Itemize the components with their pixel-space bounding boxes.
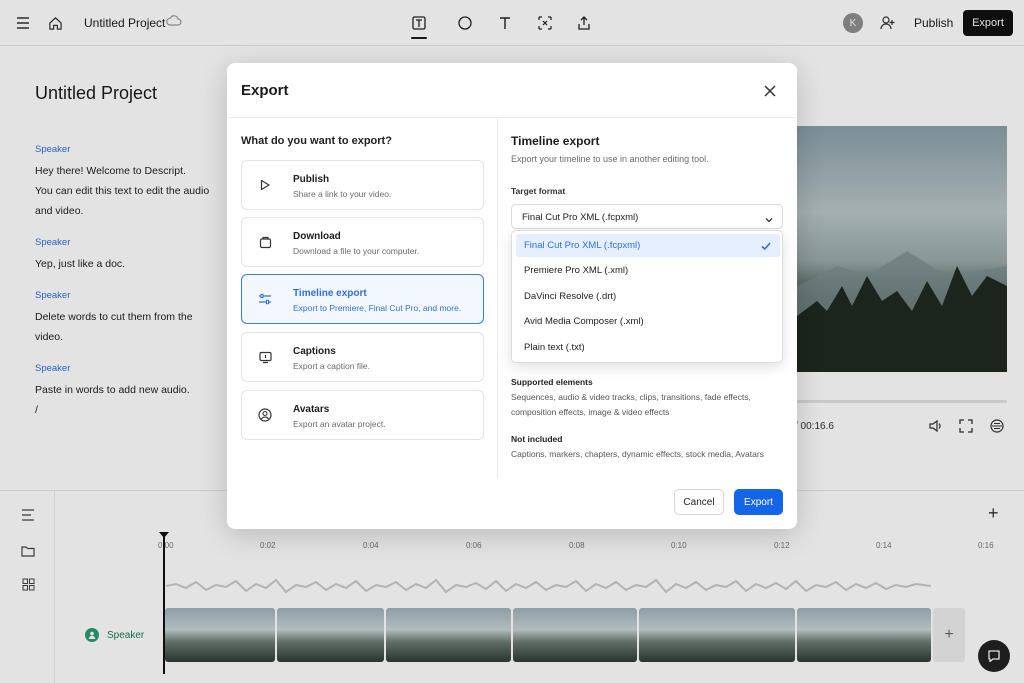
option-title: Captions: [293, 346, 336, 357]
target-format-select[interactable]: Final Cut Pro XML (.fcpxml): [511, 204, 783, 229]
export-dialog: Export What do you want to export? Publi…: [227, 63, 797, 529]
format-option-label: DaVinci Resolve (.drt): [524, 291, 617, 302]
export-option-avatars[interactable]: Avatars Export an avatar project.: [241, 390, 484, 440]
option-description: Export a caption file.: [293, 361, 371, 371]
captions-icon: [256, 348, 274, 366]
check-icon: [760, 239, 772, 257]
close-icon[interactable]: [760, 81, 780, 101]
supported-elements-text: Sequences, audio & video tracks, clips, …: [511, 392, 751, 417]
format-option-plaintext[interactable]: Plain text (.txt): [516, 336, 780, 359]
timeline-export-title: Timeline export: [511, 134, 600, 148]
export-option-timeline[interactable]: Timeline export Export to Premiere, Fina…: [241, 274, 484, 324]
dialog-divider: [227, 117, 797, 118]
option-title: Timeline export: [293, 288, 367, 299]
option-description: Download a file to your computer.: [293, 246, 420, 256]
format-option-label: Final Cut Pro XML (.fcpxml): [524, 240, 641, 251]
cancel-button[interactable]: Cancel: [674, 489, 724, 515]
option-title: Publish: [293, 174, 330, 185]
column-divider: [497, 118, 498, 478]
option-title: Avatars: [293, 404, 330, 415]
target-format-label: Target format: [511, 186, 566, 196]
format-option-premiere[interactable]: Premiere Pro XML (.xml): [516, 259, 780, 282]
export-button[interactable]: Export: [734, 489, 783, 515]
format-dropdown-menu: Final Cut Pro XML (.fcpxml) Premiere Pro…: [511, 230, 783, 363]
export-option-captions[interactable]: Captions Export a caption file.: [241, 332, 484, 382]
play-icon: [256, 176, 274, 194]
timeline-export-subtitle: Export your timeline to use in another e…: [511, 154, 709, 164]
option-description: Export to Premiere, Final Cut Pro, and m…: [293, 303, 462, 313]
not-included-label: Not included: [511, 434, 563, 444]
export-option-publish[interactable]: Publish Share a link to your video.: [241, 160, 484, 210]
option-description: Export an avatar project.: [293, 419, 386, 429]
format-option-fcpxml[interactable]: Final Cut Pro XML (.fcpxml): [516, 234, 780, 257]
format-option-davinci[interactable]: DaVinci Resolve (.drt): [516, 285, 780, 308]
dialog-title: Export: [241, 82, 289, 99]
option-title: Download: [293, 231, 341, 242]
export-type-heading: What do you want to export?: [241, 135, 392, 147]
avatar-user-icon: [256, 406, 274, 424]
supported-elements-label: Supported elements: [511, 377, 593, 387]
not-included-text: Captions, markers, chapters, dynamic eff…: [511, 449, 764, 459]
timeline-sliders-icon: [256, 290, 274, 308]
download-box-icon: [256, 233, 274, 251]
target-format-value: Final Cut Pro XML (.fcpxml): [522, 212, 639, 223]
format-option-label: Plain text (.txt): [524, 342, 585, 353]
chevron-down-icon: [764, 212, 774, 230]
format-option-avid[interactable]: Avid Media Composer (.xml): [516, 310, 780, 333]
format-option-label: Avid Media Composer (.xml): [524, 316, 644, 327]
format-option-label: Premiere Pro XML (.xml): [524, 265, 629, 276]
export-option-download[interactable]: Download Download a file to your compute…: [241, 217, 484, 267]
option-description: Share a link to your video.: [293, 189, 392, 199]
